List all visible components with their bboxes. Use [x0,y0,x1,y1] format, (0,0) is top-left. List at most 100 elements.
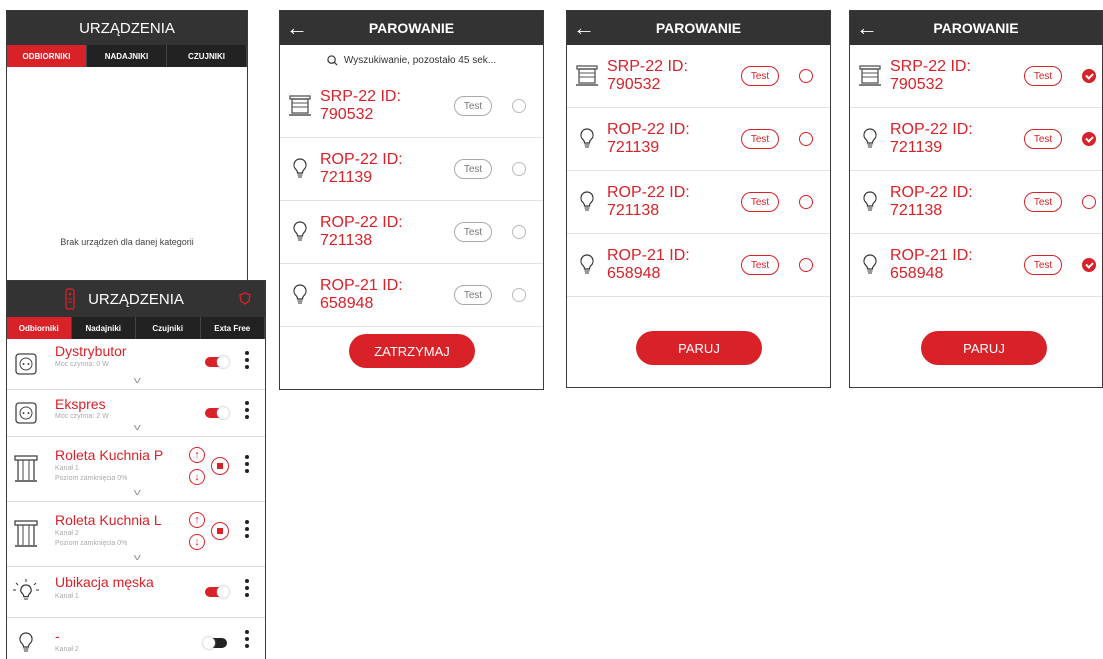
select-radio[interactable] [799,258,813,272]
blind-icon [14,455,38,482]
device-name: Roleta Kuchnia P [55,447,164,463]
pair-item[interactable]: ROP-22 ID: 721139 Test [280,138,543,201]
shield-icon[interactable] [239,292,251,305]
device-name: SRP-22 ID: 790532 [890,58,971,93]
search-text: Wyszukiwanie, pozostało 45 sek... [343,54,497,66]
bulb-icon [293,284,307,304]
more-icon[interactable] [245,401,249,419]
pair-item[interactable]: ROP-21 ID: 658948 Test [280,264,543,327]
socket-icon [15,353,37,375]
test-button[interactable]: Test [741,129,779,149]
device-row[interactable]: Ekspres Moc czynna: 2 W v [7,390,265,437]
test-button[interactable]: Test [1024,255,1062,275]
chevron-down-icon[interactable]: v [134,422,141,432]
select-radio[interactable] [512,225,526,239]
pair-item[interactable]: ROP-22 ID: 721138 Test [850,171,1102,234]
device-name: ROP-21 ID: 658948 [607,247,690,282]
back-arrow-icon[interactable]: ← [856,11,878,45]
device-name: SRP-22 ID: 790532 [607,58,688,93]
test-button[interactable]: Test [454,222,492,242]
pair-item[interactable]: ROP-22 ID: 721139 Test [567,108,830,171]
more-icon[interactable] [245,520,249,538]
tab-exta-free[interactable]: Exta Free [201,317,265,339]
tab-czujniki[interactable]: CZUJNIKI [167,45,247,67]
toggle-switch[interactable] [203,637,227,649]
page-title: PAROWANIE [368,20,455,36]
pair-item[interactable]: SRP-22 ID: 790532 Test [850,45,1102,108]
device-channel: Kanał 1 [55,593,79,600]
device-row[interactable]: Dystrybutor Moc czynna: 0 W v [7,339,265,390]
select-radio[interactable] [512,99,526,113]
select-radio-checked[interactable] [1082,69,1096,83]
arrow-down-button[interactable]: ↓ [189,534,205,550]
test-button[interactable]: Test [741,255,779,275]
pair-item[interactable]: SRP-22 ID: 790532 Test [567,45,830,108]
toggle-switch[interactable] [205,356,229,368]
pair-item[interactable]: ROP-21 ID: 658948 Test [567,234,830,297]
arrow-up-button[interactable]: ↑ [189,447,205,463]
device-channel: Kanał 1 [55,465,79,472]
test-button[interactable]: Test [1024,192,1062,212]
back-arrow-icon[interactable]: ← [286,11,308,45]
device-name: ROP-22 ID: 721139 [607,121,690,156]
device-name: ROP-22 ID: 721139 [890,121,973,156]
device-name: - [55,628,60,644]
pair-button[interactable]: PARUJ [921,331,1047,365]
select-radio[interactable] [512,162,526,176]
stop-button[interactable] [211,457,229,475]
select-radio[interactable] [799,132,813,146]
pair-item[interactable]: ROP-22 ID: 721138 Test [280,201,543,264]
header: ← PAROWANIE [567,11,830,45]
select-radio[interactable] [799,69,813,83]
arrow-up-button[interactable]: ↑ [189,512,205,528]
device-row[interactable]: Roleta Kuchnia P Kanał 1 Poziom zamknięc… [7,437,265,502]
test-button[interactable]: Test [454,96,492,116]
pair-item[interactable]: ROP-22 ID: 721138 Test [567,171,830,234]
device-row[interactable]: - Kanał 2 [7,618,265,659]
more-icon[interactable] [245,630,249,648]
toggle-switch[interactable] [205,586,229,598]
more-icon[interactable] [245,455,249,473]
remote-icon[interactable] [65,288,75,310]
tab-odbiorniki[interactable]: Odbiorniki [7,317,72,339]
tab-nadajniki[interactable]: Nadajniki [72,317,136,339]
pair-item[interactable]: ROP-22 ID: 721139 Test [850,108,1102,171]
chevron-down-icon[interactable]: v [134,552,141,562]
chevron-down-icon[interactable]: v [134,375,141,385]
empty-message: Brak urządzeń dla danej kategorii [60,237,194,247]
device-channel: Kanał 2 [55,530,79,537]
pair-button[interactable]: PARUJ [636,331,762,365]
test-button[interactable]: Test [741,66,779,86]
tab-odbiorniki[interactable]: ODBIORNIKI [7,45,87,67]
category-tabs: ODBIORNIKI NADAJNIKI CZUJNIKI [7,45,247,67]
back-arrow-icon[interactable]: ← [573,11,595,45]
device-name: SRP-22 ID: 790532 [320,88,401,123]
tab-nadajniki[interactable]: NADAJNIKI [87,45,167,67]
more-icon[interactable] [245,579,249,597]
device-name: ROP-22 ID: 721138 [320,214,403,249]
select-radio[interactable] [1082,195,1096,209]
device-row[interactable]: Roleta Kuchnia L Kanał 2 Poziom zamknięc… [7,502,265,567]
arrow-down-button[interactable]: ↓ [189,469,205,485]
toggle-switch[interactable] [205,407,229,419]
test-button[interactable]: Test [1024,66,1062,86]
stop-button[interactable] [211,522,229,540]
test-button[interactable]: Test [741,192,779,212]
chevron-down-icon[interactable]: v [134,487,141,497]
select-radio-checked[interactable] [1082,258,1096,272]
pairing-search-screen: ← PAROWANIE Wyszukiwanie, pozostało 45 s… [279,10,544,390]
pair-item[interactable]: ROP-21 ID: 658948 Test [850,234,1102,297]
select-radio[interactable] [512,288,526,302]
stop-button[interactable]: ZATRZYMAJ [349,334,475,368]
device-name: Ekspres [55,396,106,412]
more-icon[interactable] [245,351,249,369]
pair-item[interactable]: SRP-22 ID: 790532 Test [280,75,543,138]
test-button[interactable]: Test [1024,129,1062,149]
select-radio-checked[interactable] [1082,132,1096,146]
select-radio[interactable] [799,195,813,209]
device-status: Moc czynna: 0 W [55,361,109,368]
test-button[interactable]: Test [454,159,492,179]
test-button[interactable]: Test [454,285,492,305]
tab-czujniki[interactable]: Czujniki [136,317,201,339]
device-row[interactable]: Ubikacja męska Kanał 1 [7,567,265,618]
